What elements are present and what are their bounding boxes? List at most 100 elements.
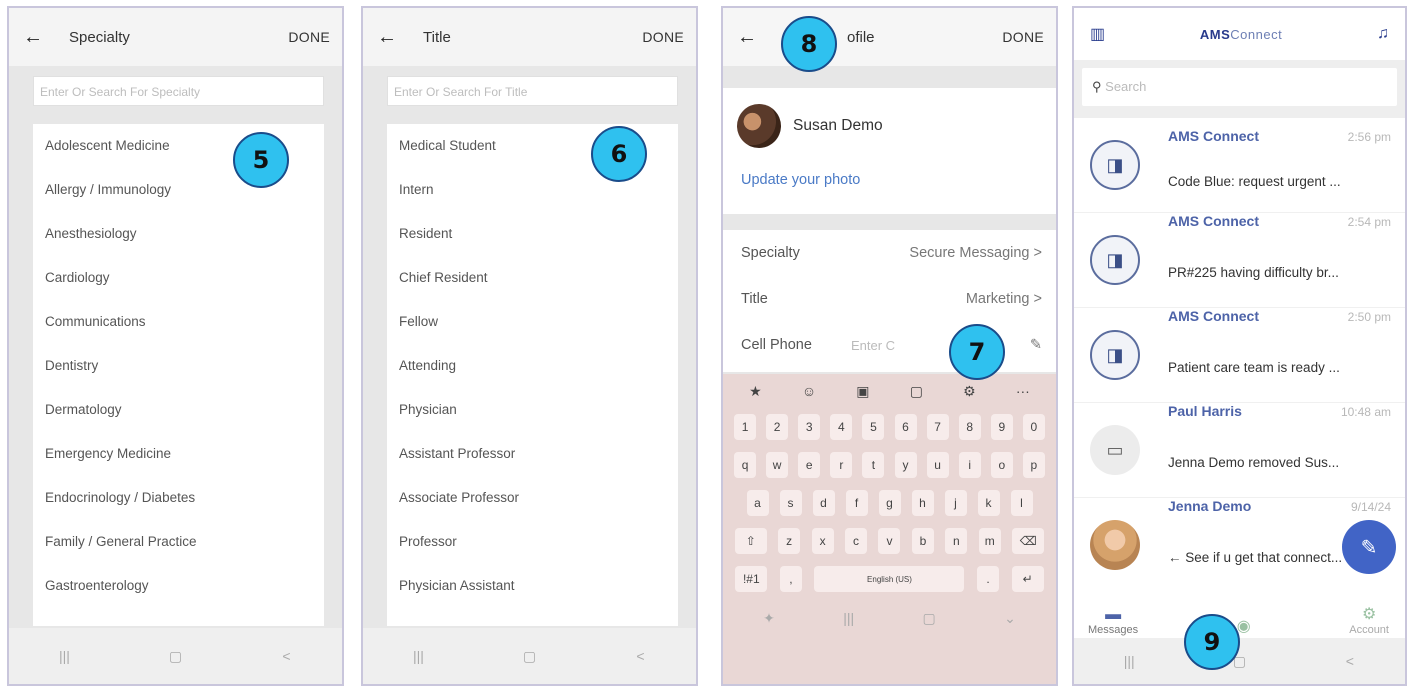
key[interactable]: d — [812, 490, 835, 516]
key[interactable]: j — [944, 490, 967, 516]
list-item[interactable]: Intern — [387, 174, 678, 218]
done-button[interactable]: DONE — [642, 29, 684, 45]
list-item[interactable]: Chief Resident — [387, 262, 678, 306]
list-item[interactable]: Associate Professor — [387, 482, 678, 526]
key[interactable]: r — [830, 452, 853, 478]
key[interactable]: 5 — [862, 414, 885, 440]
key[interactable]: 1 — [734, 414, 757, 440]
list-item[interactable]: Physician Assistant — [387, 570, 678, 614]
back-icon[interactable]: < — [1330, 653, 1370, 669]
tab-account[interactable]: ⚙ Account — [1349, 604, 1389, 636]
key[interactable]: 0 — [1022, 414, 1045, 440]
key[interactable]: g — [878, 490, 901, 516]
comma-key[interactable]: , — [779, 566, 802, 592]
key[interactable]: t — [862, 452, 885, 478]
settings-icon[interactable]: ⚙ — [963, 383, 976, 400]
home-icon[interactable]: ▢ — [923, 610, 936, 627]
list-item[interactable]: ◨ AMS Connect 2:56 pm Code Blue: request… — [1074, 118, 1405, 213]
key[interactable]: n — [945, 528, 968, 554]
key[interactable]: 6 — [894, 414, 917, 440]
key[interactable]: w — [766, 452, 789, 478]
key[interactable]: p — [1022, 452, 1045, 478]
recent-apps-icon[interactable]: ||| — [399, 648, 439, 664]
key[interactable]: z — [778, 528, 801, 554]
list-item[interactable]: ◨ AMS Connect 2:54 pm PR#225 having diff… — [1074, 213, 1405, 308]
key[interactable]: l — [1010, 490, 1033, 516]
list-item[interactable]: Physician — [387, 394, 678, 438]
title-row[interactable]: Title Marketing > — [723, 276, 1056, 322]
key[interactable]: 3 — [798, 414, 821, 440]
building-icon[interactable]: ▥ — [1090, 24, 1105, 44]
list-item[interactable]: Anesthesiology — [33, 218, 324, 262]
key[interactable]: y — [894, 452, 917, 478]
list-item[interactable]: Allergy / Immunology — [33, 174, 324, 218]
symbols-key[interactable]: !#1 — [735, 566, 768, 592]
key[interactable]: 2 — [766, 414, 789, 440]
bell-icon[interactable]: ♫ — [1377, 25, 1389, 43]
key[interactable]: 8 — [958, 414, 981, 440]
pencil-icon[interactable]: ✎ — [1030, 337, 1042, 353]
list-item[interactable]: ▭ Paul Harris 10:48 am Jenna Demo remove… — [1074, 403, 1405, 498]
back-arrow-icon[interactable]: ← — [377, 26, 405, 49]
key[interactable]: h — [911, 490, 934, 516]
list-item[interactable]: Cardiology — [33, 262, 324, 306]
list-item[interactable]: Dermatology — [33, 394, 324, 438]
back-arrow-icon[interactable]: ← — [23, 26, 51, 49]
tab-messages[interactable]: ▬ Messages — [1088, 606, 1138, 636]
key[interactable]: x — [811, 528, 834, 554]
key[interactable]: c — [845, 528, 868, 554]
list-item[interactable]: ◨ AMS Connect 2:50 pm Patient care team … — [1074, 308, 1405, 403]
space-key[interactable]: English (US) — [814, 566, 965, 592]
key[interactable]: u — [926, 452, 949, 478]
key[interactable]: 9 — [990, 414, 1013, 440]
more-icon[interactable]: ··· — [1016, 383, 1030, 399]
enter-key[interactable]: ↵ — [1011, 566, 1044, 592]
search-input[interactable]: ⚲ Search — [1082, 68, 1397, 106]
recent-apps-icon[interactable]: ||| — [45, 648, 85, 664]
done-button[interactable]: DONE — [288, 29, 330, 45]
key[interactable]: s — [779, 490, 802, 516]
home-icon[interactable]: ▢ — [510, 648, 550, 665]
list-item[interactable]: Communications — [33, 306, 324, 350]
list-item[interactable]: Professor — [387, 526, 678, 570]
update-photo-link[interactable]: Update your photo — [723, 148, 1056, 212]
key[interactable]: m — [978, 528, 1001, 554]
clipboard-icon[interactable]: ▢ — [910, 383, 923, 400]
key[interactable]: a — [746, 490, 769, 516]
recent-apps-icon[interactable]: ||| — [1109, 653, 1149, 669]
shift-key[interactable]: ⇧ — [734, 528, 767, 554]
list-item[interactable]: Dentistry — [33, 350, 324, 394]
specialty-search-input[interactable]: Enter Or Search For Specialty — [33, 76, 324, 106]
period-key[interactable]: . — [977, 566, 1000, 592]
list-item[interactable]: Emergency Medicine — [33, 438, 324, 482]
key[interactable]: 7 — [926, 414, 949, 440]
list-item[interactable]: Assistant Professor — [387, 438, 678, 482]
specialty-row[interactable]: Specialty Secure Messaging > — [723, 230, 1056, 276]
key[interactable]: k — [977, 490, 1000, 516]
key[interactable]: i — [958, 452, 981, 478]
key[interactable]: v — [878, 528, 901, 554]
key[interactable]: f — [845, 490, 868, 516]
key[interactable]: b — [911, 528, 934, 554]
keyboard-mic-icon[interactable]: ✦ — [763, 610, 775, 627]
hide-keyboard-icon[interactable]: ⌄ — [1004, 610, 1016, 627]
back-icon[interactable]: < — [621, 648, 661, 664]
list-item[interactable]: Endocrinology / Diabetes — [33, 482, 324, 526]
key[interactable]: q — [734, 452, 757, 478]
key[interactable]: e — [798, 452, 821, 478]
avatar[interactable] — [737, 104, 781, 148]
list-item[interactable]: Resident — [387, 218, 678, 262]
backspace-key[interactable]: ⌫ — [1012, 528, 1045, 554]
gif-icon[interactable]: ▣ — [856, 383, 869, 400]
done-button[interactable]: DONE — [1002, 29, 1044, 45]
list-item[interactable]: Gastroenterology — [33, 570, 324, 614]
compose-button[interactable]: ✎ — [1342, 520, 1396, 574]
key[interactable]: o — [990, 452, 1013, 478]
recent-apps-icon[interactable]: ||| — [843, 610, 854, 626]
list-item[interactable]: Fellow — [387, 306, 678, 350]
sticker-icon[interactable]: ★ — [749, 383, 762, 400]
list-item[interactable]: Family / General Practice — [33, 526, 324, 570]
title-search-input[interactable]: Enter Or Search For Title — [387, 76, 678, 106]
home-icon[interactable]: ▢ — [156, 648, 196, 665]
back-arrow-icon[interactable]: ← — [737, 26, 765, 49]
